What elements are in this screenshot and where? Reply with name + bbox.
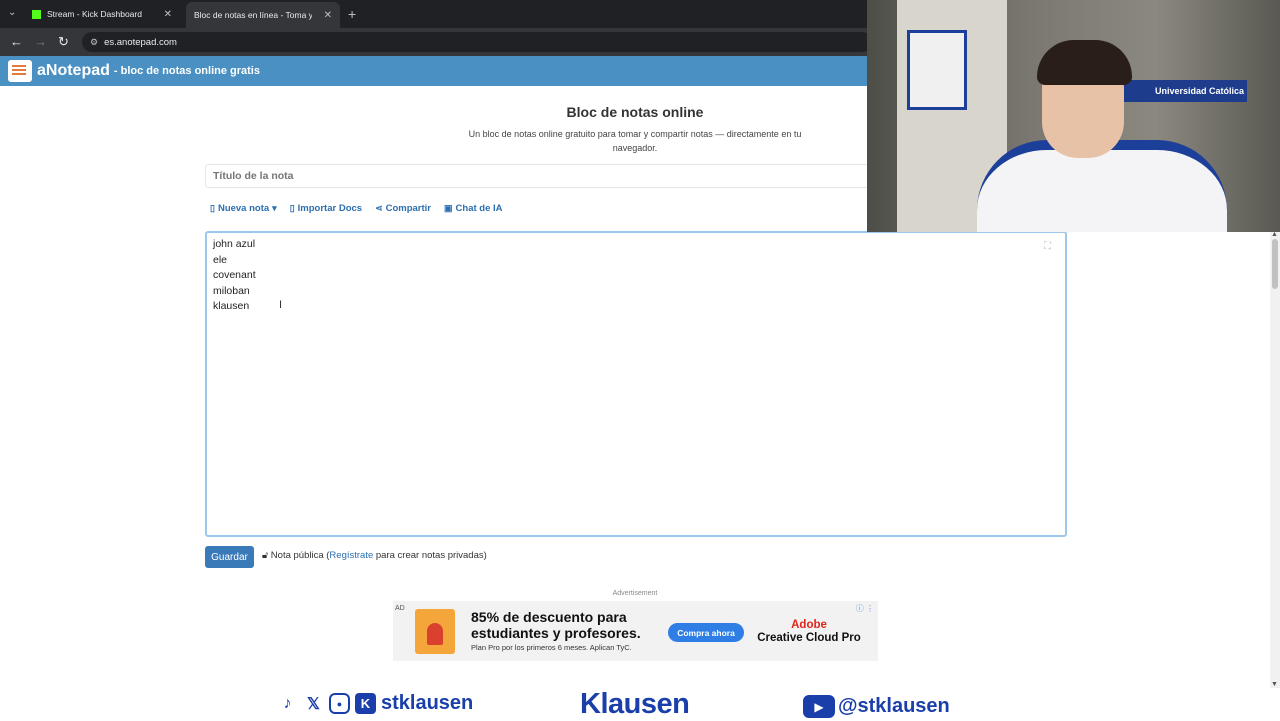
- brand-tagline: - bloc de notas online gratis: [113, 65, 260, 77]
- social-handles-left: ♪ 𝕏 ● K stklausen: [277, 692, 473, 715]
- public-note-label: Nota pública (: [270, 550, 330, 561]
- x-icon: 𝕏: [307, 695, 320, 713]
- import-docs-button[interactable]: ▯ Importar Docs: [290, 203, 362, 214]
- tab-anotepad[interactable]: Bloc de notas en línea - Toma y ✕: [186, 2, 340, 28]
- webcam-person-hair: [1037, 40, 1132, 85]
- save-button[interactable]: Guardar: [205, 546, 254, 568]
- text-cursor-icon: I: [279, 299, 283, 311]
- ad-brand-bottom: Creative Cloud Pro: [757, 632, 861, 644]
- ad-cta-button[interactable]: Compra ahora: [668, 623, 744, 642]
- ad-headline: 85% de descuento para estudiantes y prof…: [471, 609, 641, 641]
- robot-icon: ▣: [444, 203, 453, 213]
- new-tab-icon[interactable]: +: [348, 6, 356, 22]
- share-label: Compartir: [385, 203, 432, 214]
- note-menu: ▯ Nueva nota ▾ ▯ Importar Docs ⋖ Compart…: [210, 203, 503, 214]
- share-button[interactable]: ⋖ Compartir: [375, 203, 431, 214]
- page-scrollbar[interactable]: ▲ ▼: [1270, 231, 1280, 688]
- ad-label: Advertisement: [612, 590, 658, 597]
- tiktok-icon: ♪: [283, 694, 292, 712]
- unlock-icon: 🔓︎: [262, 550, 269, 561]
- ai-chat-button[interactable]: ▣ Chat de IA: [444, 203, 503, 214]
- brand-name[interactable]: aNotepad: [37, 62, 110, 80]
- public-note-status: 🔓︎ Nota pública (Regístrate para crear n…: [262, 550, 487, 561]
- right-handle: @stklausen: [838, 695, 950, 717]
- note-line: miloban: [213, 284, 250, 297]
- back-icon[interactable]: ←: [10, 34, 23, 49]
- note-line: ele: [213, 253, 228, 266]
- scroll-thumb[interactable]: [1272, 239, 1278, 289]
- new-note-label: Nueva nota: [217, 203, 270, 214]
- file-icon: ▯: [210, 203, 215, 213]
- site-settings-icon[interactable]: ⚙: [90, 37, 98, 48]
- webcam-jersey: [907, 30, 967, 110]
- advertisement-banner[interactable]: AD 85% de descuento para estudiantes y p…: [393, 601, 878, 661]
- note-line: covenant: [213, 269, 256, 282]
- tab-label: Bloc de notas en línea - Toma y: [194, 10, 312, 20]
- tab-kick-dashboard[interactable]: Stream - Kick Dashboard ✕: [24, 4, 180, 24]
- notepad-logo-icon[interactable]: [8, 60, 32, 82]
- scroll-down-icon[interactable]: ▼: [1271, 681, 1278, 688]
- ad-info-icon[interactable]: ⓘ ⋮: [856, 603, 874, 614]
- tab-search-icon[interactable]: ⌄: [8, 7, 16, 18]
- ad-fineprint: Plan Pro por los primeros 6 meses. Aplic…: [471, 643, 632, 652]
- streamer-name: Klausen: [580, 688, 690, 720]
- close-icon[interactable]: ✕: [164, 9, 172, 20]
- ad-tag: AD: [395, 605, 405, 612]
- webcam-flag: Universidad Católica: [1117, 80, 1247, 102]
- forward-icon[interactable]: →: [34, 34, 47, 49]
- note-line: klausen: [213, 300, 250, 313]
- note-line: john azul: [213, 238, 256, 250]
- fullscreen-icon[interactable]: ⛶: [1044, 241, 1051, 252]
- address-bar[interactable]: ⚙ es.anotepad.com: [82, 32, 872, 52]
- caret-down-icon: ▾: [272, 203, 277, 213]
- note-editor[interactable]: john azul ele covenant miloban klausen ⛶…: [205, 231, 1067, 537]
- ad-illustration: [415, 609, 455, 654]
- stream-overlay-footer: ♪ 𝕏 ● K stklausen Klausen ▶ @stklausen: [0, 688, 1280, 720]
- webcam-overlay: Universidad Católica: [867, 0, 1280, 232]
- reload-icon[interactable]: ↻: [58, 34, 69, 50]
- page-subtitle: Un bloc de notas online gratuito para to…: [468, 129, 802, 153]
- ad-brand: Adobe Creative Cloud Pro: [753, 619, 865, 645]
- ad-brand-top: Adobe: [791, 619, 827, 631]
- instagram-icon: ●: [329, 693, 350, 714]
- share-icon: ⋖: [375, 203, 383, 213]
- kick-icon: K: [355, 693, 376, 714]
- social-handles-right: ▶ @stklausen: [803, 695, 950, 718]
- kick-icon: [32, 9, 41, 19]
- public-note-suffix: para crear notas privadas): [373, 550, 487, 561]
- register-link[interactable]: Regístrate: [329, 550, 373, 561]
- url-text: es.anotepad.com: [104, 36, 177, 48]
- new-note-button[interactable]: ▯ Nueva nota ▾: [210, 203, 277, 214]
- tab-label: Stream - Kick Dashboard: [47, 9, 142, 19]
- scroll-up-icon[interactable]: ▲: [1271, 231, 1278, 238]
- left-handle: stklausen: [381, 692, 474, 714]
- import-docs-label: Importar Docs: [297, 203, 363, 214]
- close-icon[interactable]: ✕: [324, 10, 332, 21]
- document-icon: ▯: [289, 203, 295, 213]
- ai-chat-label: Chat de IA: [455, 203, 503, 214]
- youtube-icon: ▶: [803, 695, 835, 718]
- page-title: Bloc de notas online: [566, 104, 704, 120]
